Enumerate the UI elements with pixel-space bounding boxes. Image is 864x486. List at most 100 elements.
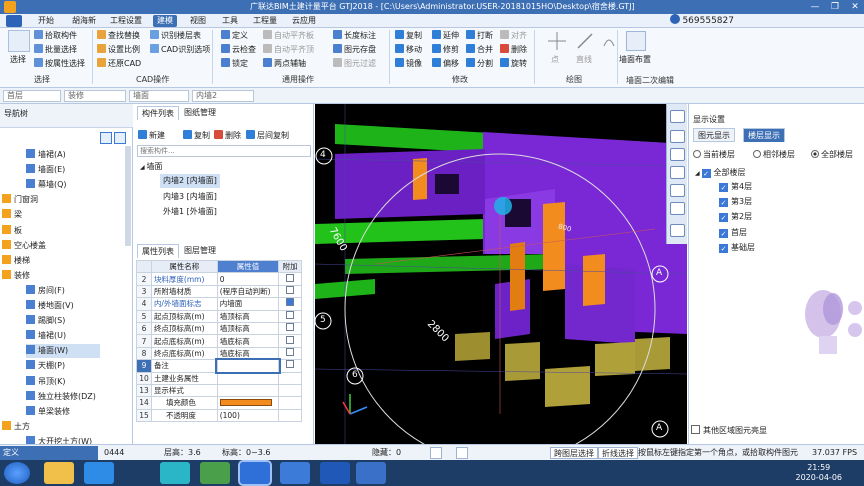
property-value[interactable]: 墙顶标高 bbox=[216, 309, 280, 323]
property-value[interactable]: (程序自动判断) bbox=[216, 284, 280, 299]
copy-tool-button[interactable]: 复制 bbox=[395, 30, 422, 42]
gtj-app-icon[interactable] bbox=[238, 460, 272, 486]
3d-viewport[interactable]: 4 5 6 7600 2800 A A 800 bbox=[315, 104, 687, 444]
property-attach[interactable] bbox=[278, 359, 302, 373]
break-tool-button[interactable]: 打断 bbox=[466, 30, 493, 42]
move-tool-button[interactable]: 移动 bbox=[395, 44, 422, 56]
table-row[interactable]: 13 显示样式 bbox=[136, 383, 302, 398]
app-menu-icon[interactable] bbox=[6, 15, 22, 27]
table-row[interactable]: 3 所附墙材质 (程序自动判断) bbox=[136, 284, 302, 299]
checkbox-other-area-highlight[interactable]: 其他区域图元亮显 bbox=[691, 424, 767, 438]
component-group[interactable]: ◢ 墙面 bbox=[140, 160, 163, 174]
nav-tree-item[interactable]: 踢脚(S) bbox=[26, 314, 65, 328]
table-row[interactable]: 5 起点顶标高(m) 墙顶标高 bbox=[136, 309, 302, 323]
tab-floor-display[interactable]: 楼层显示 bbox=[743, 128, 785, 142]
element-filter-button[interactable]: 图元过滤 bbox=[333, 58, 376, 70]
tab-property-list[interactable]: 属性列表 bbox=[137, 244, 179, 258]
component-item[interactable]: 内墙2 [内墙面] bbox=[160, 174, 220, 188]
lock-button[interactable]: 锁定 bbox=[221, 58, 248, 70]
iqiyi-icon[interactable] bbox=[160, 462, 190, 484]
menu-tools[interactable]: 工具 bbox=[218, 15, 242, 27]
nav-tree-item[interactable]: 装修 bbox=[2, 269, 30, 283]
select-tool-icon[interactable] bbox=[8, 30, 30, 52]
nav-tree-item[interactable]: 土方 bbox=[2, 420, 30, 434]
type-select[interactable]: 装修 bbox=[64, 90, 126, 102]
floor-checkbox[interactable]: ✓ 第3层 bbox=[719, 195, 752, 209]
tab-layer-management[interactable]: 图层管理 bbox=[180, 244, 220, 258]
nav-tree-item[interactable]: 天棚(P) bbox=[26, 359, 65, 373]
menu-modeling[interactable]: 建模 bbox=[153, 15, 177, 27]
nav-tree-item[interactable]: 独立柱装修(DZ) bbox=[26, 390, 96, 404]
attach-checkbox[interactable] bbox=[286, 323, 295, 332]
ie-browser-icon[interactable] bbox=[84, 462, 114, 484]
menu-cloud[interactable]: 云应用 bbox=[288, 15, 320, 27]
new-component-button[interactable]: 新建 bbox=[138, 130, 165, 142]
list-view-icon[interactable] bbox=[100, 132, 112, 144]
length-mark-button[interactable]: 长度标注 bbox=[333, 30, 376, 42]
attach-checkbox[interactable] bbox=[286, 298, 295, 307]
define-button[interactable]: 定义 bbox=[221, 30, 248, 42]
cad-app-icon[interactable] bbox=[280, 462, 310, 484]
table-row[interactable]: 4 内/外墙面标志 内墙面 bbox=[136, 297, 302, 311]
polyline-select-button[interactable]: 折线选择 bbox=[598, 447, 638, 459]
nav-scrollbar[interactable] bbox=[125, 146, 131, 246]
pick-component-button[interactable]: 拾取构件 bbox=[34, 30, 77, 42]
rotate-view-icon[interactable] bbox=[670, 202, 685, 215]
nav-tree-item[interactable]: 吊顶(K) bbox=[26, 375, 66, 389]
zoom-fit-icon[interactable] bbox=[670, 184, 685, 197]
close-icon[interactable]: ✕ bbox=[848, 1, 862, 13]
property-value[interactable] bbox=[216, 371, 280, 385]
component-item[interactable]: 内墙3 [内墙面] bbox=[163, 190, 217, 204]
floor-checkbox[interactable]: ✓ 基础层 bbox=[719, 241, 755, 255]
tree-view-icon[interactable] bbox=[114, 132, 126, 144]
radio-all-floors[interactable]: 全部楼层 bbox=[811, 149, 853, 160]
cad-identify-options-button[interactable]: CAD识别选项 bbox=[150, 44, 210, 56]
nav-tree-item[interactable]: 墙裙(U) bbox=[26, 329, 66, 343]
radio-adjacent-floor[interactable]: 相邻楼层 bbox=[753, 149, 795, 160]
property-value[interactable] bbox=[215, 357, 281, 375]
view-front-icon[interactable] bbox=[670, 148, 685, 161]
property-attach[interactable] bbox=[278, 309, 302, 323]
select-button[interactable]: 选择 bbox=[10, 54, 26, 66]
find-replace-button[interactable]: 查找替换 bbox=[97, 30, 140, 42]
nav-tree-item[interactable]: 墙面(W) bbox=[26, 344, 100, 359]
align-tool-button[interactable]: 对齐 bbox=[500, 30, 527, 42]
property-value[interactable]: 墙底标高 bbox=[216, 346, 280, 361]
component-select[interactable]: 内墙2 bbox=[192, 90, 254, 102]
define-floating-button[interactable]: 定义 bbox=[0, 446, 98, 460]
nav-tree-item[interactable]: 单梁装修 bbox=[26, 405, 70, 419]
nav-tree-item[interactable]: 墙面(E) bbox=[26, 163, 65, 177]
table-row[interactable]: 6 终点顶标高(m) 墙顶标高 bbox=[136, 321, 302, 336]
table-row[interactable]: 2 块料厚度(mm) 0 bbox=[136, 272, 302, 286]
wall-layout-button[interactable]: 墙面布置 bbox=[619, 54, 651, 66]
nav-tree-item[interactable]: 楼梯 bbox=[2, 254, 30, 268]
menu-view[interactable]: 视图 bbox=[186, 15, 210, 27]
property-attach[interactable] bbox=[278, 297, 302, 311]
two-point-axis-button[interactable]: 两点辅轴 bbox=[263, 58, 306, 70]
system-clock[interactable]: 21:59 2020-04-06 bbox=[796, 463, 843, 483]
attach-checkbox[interactable] bbox=[286, 273, 295, 282]
table-row[interactable]: 7 起点底标高(m) 墙底标高 bbox=[136, 334, 302, 348]
property-value[interactable]: (100) bbox=[216, 408, 280, 423]
table-row[interactable]: 10 土建业务属性 bbox=[136, 371, 302, 385]
delete-component-button[interactable]: 删除 bbox=[214, 130, 241, 142]
floor-checkbox[interactable]: ✓ 第4层 bbox=[719, 180, 752, 194]
cross-layer-select-button[interactable]: 跨图层选择 bbox=[550, 447, 598, 459]
view-cube-icon[interactable] bbox=[670, 110, 685, 123]
attach-checkbox[interactable] bbox=[286, 360, 295, 369]
checkbox-all-floors[interactable]: ◢ ✓ 全部楼层 bbox=[695, 166, 746, 180]
floor-checkbox[interactable]: ✓ 第2层 bbox=[719, 210, 752, 224]
nav-tree-item[interactable]: 幕墙(Q) bbox=[26, 178, 67, 192]
radio-current-floor[interactable]: 当前楼层 bbox=[693, 149, 735, 160]
tab-component-list[interactable]: 构件列表 bbox=[137, 106, 179, 120]
property-value[interactable] bbox=[216, 383, 280, 398]
table-row[interactable]: 14 填充颜色 bbox=[136, 396, 302, 410]
start-button-icon[interactable] bbox=[4, 462, 30, 484]
extend-tool-button[interactable]: 延伸 bbox=[432, 30, 459, 42]
menu-quantities[interactable]: 工程量 bbox=[249, 15, 281, 27]
nav-tree-item[interactable]: 板 bbox=[2, 224, 22, 238]
property-value[interactable]: 0 bbox=[216, 272, 280, 286]
property-value[interactable]: 墙底标高 bbox=[216, 334, 280, 348]
nav-tree-item[interactable]: 房间(F) bbox=[26, 284, 65, 298]
property-value[interactable]: 内墙面 bbox=[216, 297, 280, 311]
